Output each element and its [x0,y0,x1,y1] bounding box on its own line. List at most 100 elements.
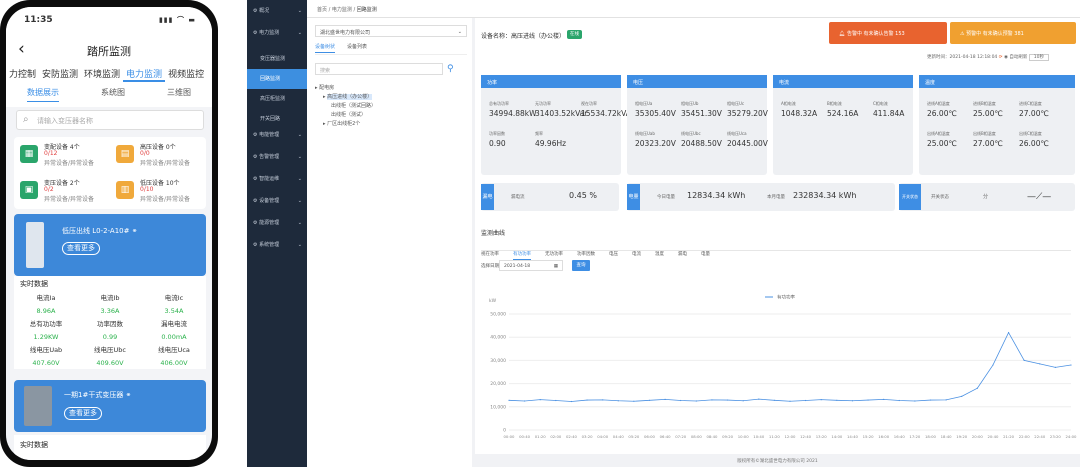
summary-card[interactable]: ▥ 低压设备 10个 0/10 异常设备/异常设备 [110,175,206,209]
chevron-icon: ⌄ [297,30,302,36]
curve-tab[interactable]: 有功功率 [513,252,531,260]
data-point [883,398,885,400]
company-select[interactable]: 湖北盛世电力有限公司 ⌄ [315,25,467,37]
auto-refresh-toggle[interactable]: ◉ [1004,55,1008,60]
curve-tab[interactable]: 视在功率 [481,252,499,259]
view-more-button-2[interactable]: 查看更多 [64,407,102,420]
refresh-select[interactable]: 10秒 [1028,54,1049,61]
x-tick-label: 18:00 [925,434,937,439]
tree-filter-icon[interactable]: ⚲ [447,64,454,74]
tree-node[interactable]: ▸ 厂区出线柜2个 [315,120,376,129]
metric-label: 无功功率 [535,101,551,106]
panel-metric: 频率 49.96Hz [535,131,566,148]
tab-4[interactable]: 视频监控 [165,67,207,80]
panel-metric: 进线B相温度 25.00℃ [973,101,1003,118]
curve-tab[interactable]: 电流 [632,252,641,259]
curve-tab[interactable]: 功率因数 [577,252,595,259]
curve-tab[interactable]: 温度 [655,252,664,259]
metric-value: 20323.20V [635,139,676,148]
sidebar-item[interactable]: ⚙ 设备管理 ⌄ [247,195,307,208]
chevron-icon: ⌄ [297,8,302,14]
chevron-icon: ⌄ [297,176,302,182]
alarm-red-banner[interactable]: 🔔︎ 告警中 有未确认告警 153 [829,22,947,44]
summary-card[interactable]: ▦ 变配设备 4个 0/12 异常设备/异常设备 [14,139,110,173]
active-power-chart: 0 10,000 20,000 30,000 40,000 50,000 kW 00:00 00… [489,294,1077,440]
sidebar-item[interactable]: ⚙ 电能管理 ⌄ [247,129,307,142]
metric-value: 0.90 [489,139,506,148]
tree-node[interactable]: ▸ 高压进线（办公楼） [315,93,376,102]
curve-tab[interactable]: 电量 [701,252,710,259]
chevron-down-icon: ⌄ [457,29,462,35]
breadcrumb-item[interactable]: 电力监测 [332,7,352,13]
sidebar: ⚙ 概况 ⌄ ⚙ 电力监测 ⌄ 变压器监测 回路监测 高压柜监测 开关回路 ⚙ 电能管理 ⌄ ⚙ 告… [247,0,307,467]
metric-value: 407.60V [32,359,60,367]
legend-label: 有功功率 [777,294,795,301]
curve-tab[interactable]: 无功功率 [545,252,563,259]
sidebar-item[interactable]: 变压器监测 [247,49,307,69]
date-label: 选择日期 [481,264,499,269]
breadcrumb-item[interactable]: 首页 [317,7,327,13]
view-more-button[interactable]: 查看更多 [62,242,100,255]
subtab-1[interactable]: 系统图 [101,87,125,107]
tab-3[interactable]: 电力监测 [123,67,166,82]
device-name-label: 设备名称：高压进线（办公楼） [481,33,566,40]
sidebar-item[interactable]: ⚙ 告警管理 ⌄ [247,151,307,164]
tree-label: 出线柜（测试） [331,112,367,118]
curve-tab[interactable]: 漏电 [678,252,687,259]
metric-label: 线电压Uca [158,346,190,354]
sidebar-item[interactable]: 开关回路 [247,109,307,129]
data-point [586,399,588,401]
summary-card[interactable]: ▣ 变压设备 2个 0/2 异常设备/异常设备 [14,175,110,209]
breadcrumb-item[interactable]: 回路监测 [357,7,377,13]
circuit-card[interactable]: 低压出线 L0-2-A10# ⚭ 查看更多 [14,214,206,276]
sidebar-item[interactable]: ⚙ 系统管理 ⌄ [247,239,307,252]
tree-node[interactable]: 出线柜（测试回路） [315,102,376,111]
sidebar-item[interactable]: ⚙ 能源管理 ⌄ [247,217,307,230]
alarm-orange-banner[interactable]: ⚠ 预警中 有未确认预警 381 [950,22,1076,44]
metric-label: 相电压Uc [727,101,745,106]
sidebar-item[interactable]: ⚙ 电力监测 ⌄ [247,27,307,40]
data-point [789,400,791,402]
tree-tab[interactable]: 设备树状 [315,44,336,53]
x-tick-label: 20:00 [972,434,984,439]
tree-tab[interactable]: 设备列表 [347,44,367,52]
sidebar-label: 设备管理 [259,198,280,204]
x-tick-label: 07:20 [675,434,687,439]
link-icon: ⚭ [131,227,138,235]
subtab-2[interactable]: 三维图 [167,87,191,107]
tree-node[interactable]: 出线柜（测试） [315,111,376,120]
tree-node[interactable]: ▸ 配电房 [315,84,376,93]
tab-1[interactable]: 安防监测 [39,67,81,80]
tab-2[interactable]: 环境监测 [81,67,123,80]
data-point [617,400,619,402]
metric-cell: 线电压Ubc 409.60V [78,344,142,367]
leak-panel: 漏电 漏电流 0.45 % [481,183,619,211]
data-point [742,400,744,402]
leak-label: 漏电流 [511,195,525,200]
panel-metric: 相电压Ua 35305.40V [635,101,676,118]
summary-card[interactable]: ▤ 高压设备 0个 0/0 异常设备/异常设备 [110,139,206,173]
cabinet-image [26,222,44,268]
metric-label: A相电流 [781,101,796,106]
metric-label: 相电压Ua [635,101,653,106]
sidebar-item[interactable]: ⚙ 智能运维 ⌄ [247,173,307,186]
curve-tab[interactable]: 电压 [609,252,618,259]
sidebar-item[interactable]: 高压柜监测 [247,89,307,109]
transformer-card[interactable]: 一期1#干式变压器 ⚭ 查看更多 [14,380,206,432]
leak-tag: 漏电 [481,184,494,210]
metric-cell: 总有功功率 1.29KW [14,318,78,341]
sidebar-item[interactable]: 回路监测 [247,69,307,89]
tree-search-input[interactable]: 搜索 [315,63,443,75]
data-point [992,364,994,366]
search-input[interactable]: ⌕ 请输入变压器名称 [16,110,204,130]
data-point [726,399,729,401]
metric-label: 功率因数 [489,131,505,136]
device-tree-panel: 湖北盛世电力有限公司 ⌄ 设备树状 设备列表 搜索 ⚲ ▸ 配电房 ▸ 高压进线（办公… [307,18,472,467]
metric-label: 进线A相温度 [927,101,950,106]
bell-icon: 🔔︎ [839,31,846,37]
panel-header: 电流 [773,75,913,88]
subtab-0[interactable]: 数据展示 [27,87,59,102]
tab-0[interactable]: 力控制 [6,67,39,80]
y-tick-label: 0 [503,428,506,434]
sidebar-item[interactable]: ⚙ 概况 ⌄ [247,5,307,18]
